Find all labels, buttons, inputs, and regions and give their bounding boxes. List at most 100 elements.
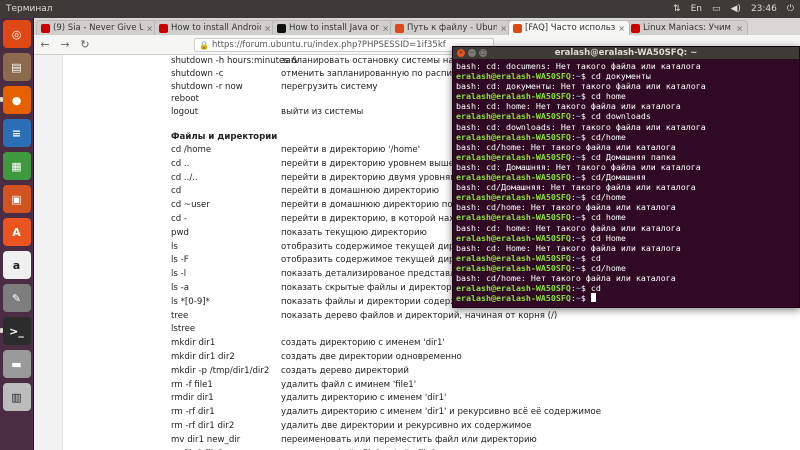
command-description: показать дерево файлов и директорий, нач…	[281, 310, 558, 321]
prompt-path: ~	[575, 283, 581, 294]
battery-icon[interactable]: ▭	[712, 4, 721, 14]
browser-tab[interactable]: How to install Java on ×	[272, 20, 394, 35]
tab-favicon-icon	[159, 23, 168, 33]
prompt-path: ~	[575, 91, 581, 102]
network-icon[interactable]: ⇅	[673, 4, 681, 14]
forward-icon[interactable]: →	[58, 38, 72, 51]
command-text: cd документы	[590, 71, 651, 82]
prompt-user: eralash@eralash-WA50SFQ	[456, 212, 571, 223]
tab-close-icon[interactable]: ×	[736, 24, 743, 33]
calc-icon[interactable]: ▦	[2, 152, 31, 180]
command-text: cd -	[171, 214, 188, 224]
terminal-window[interactable]: × – □ eralash@eralash-WA50SFQ: ~ bash: c…	[452, 46, 800, 308]
command-description: выйти из системы	[281, 107, 364, 118]
output-text: bash: cd: downloads: Нет такого файла ил…	[456, 121, 706, 132]
tab-favicon-icon	[631, 23, 640, 33]
amazon-icon[interactable]: a	[2, 251, 31, 279]
output-text: bash: cd: Домашняя: Нет такого файла или…	[456, 161, 701, 172]
terminal-output-line: bash: cd/Домашняя: Нет такого файла или …	[456, 182, 796, 192]
output-text: bash: cd: Home: Нет такого файла или кат…	[456, 242, 681, 253]
terminal-output-line: bash: cd/home: Нет такого файла или ката…	[456, 142, 796, 152]
address-bar[interactable]: 🔒 https://forum.ubuntu.ru/index.php?PHPS…	[194, 38, 494, 52]
top-panel: Терминал ⇅ En ▭ ◀) 23:46 ⏻	[0, 0, 800, 18]
output-text: bash: cd: documens: Нет такого файла или…	[456, 61, 701, 71]
running-indicator	[0, 97, 3, 102]
output-text: bash: cd: документы: Нет такого файла ил…	[456, 81, 706, 92]
terminal-output[interactable]: bash: cd: documens: Нет такого файла или…	[453, 59, 799, 305]
browser-tab[interactable]: (9) Sia - Never Give Up ×	[36, 20, 158, 35]
command-text: ls -F	[171, 255, 189, 266]
command-text: cd Home	[590, 232, 626, 243]
terminal-command-line: eralash@eralash-WA50SFQ:~$ cd downloads	[456, 111, 651, 122]
browser-tab[interactable]: Путь к файлу - Ubuntu ×	[390, 20, 512, 35]
command-text: cd ~user	[171, 200, 210, 211]
power-icon[interactable]: ⏻	[787, 4, 794, 14]
browser-tab[interactable]: How to install Android ×	[154, 20, 276, 35]
command-description: создать две директории одновременно	[281, 352, 462, 362]
terminal-cursor	[590, 293, 596, 303]
tab-close-icon[interactable]: ×	[146, 24, 153, 33]
command-description: перейти в директорию уровнем выше	[281, 158, 455, 169]
terminal-command-line: eralash@eralash-WA50SFQ:~$ cd/Домашняя	[456, 172, 646, 183]
terminal-command-line: eralash@eralash-WA50SFQ:~$ cd home	[456, 212, 626, 223]
command-text: mkdir -p /tmp/dir1/dir2	[171, 365, 270, 376]
tab-favicon-icon	[41, 23, 50, 33]
command-text: mkdir dir1 dir2	[171, 352, 235, 362]
output-text: bash: cd/home: Нет такого файла или ката…	[456, 141, 676, 152]
output-text: bash: cd/home: Нет такого файла или ката…	[456, 272, 676, 283]
tab-close-icon[interactable]: ×	[264, 24, 271, 33]
command-text: mkdir dir1	[171, 338, 216, 349]
prompt-user: eralash@eralash-WA50SFQ	[456, 232, 571, 243]
tab-close-icon[interactable]: ×	[618, 24, 625, 33]
command-description: показать текущюю директорию	[281, 227, 427, 238]
command-text: shutdown -c	[171, 68, 224, 79]
launcher: ◎ ▤ ● ≡ ▦ ▣ Aa ✎ >_ ▬ ▥	[0, 18, 34, 450]
terminal-command-line: eralash@eralash-WA50SFQ:~$ cd документы	[456, 71, 651, 82]
browser-tab[interactable]: [FAQ] Часто использу ×	[508, 20, 630, 35]
prompt-user: eralash@eralash-WA50SFQ	[456, 262, 571, 273]
terminal-output-line: bash: cd: Home: Нет такого файла или кат…	[456, 243, 796, 253]
impress-icon[interactable]: ▣	[2, 185, 31, 213]
software-center-icon[interactable]: A	[2, 218, 31, 246]
tab-favicon-icon	[395, 23, 404, 33]
prompt-user: eralash@eralash-WA50SFQ	[456, 111, 571, 122]
settings-icon[interactable]: ✎	[2, 284, 31, 312]
writer-icon[interactable]: ≡	[2, 119, 31, 147]
tab-favicon-icon	[513, 23, 522, 33]
trash-icon[interactable]: ▥	[2, 383, 31, 411]
tab-label: Путь к файлу - Ubuntu	[407, 23, 498, 33]
terminal-icon[interactable]: >_	[0, 317, 31, 345]
command-text: rm -f file1	[171, 379, 213, 390]
disk-icon[interactable]: ▬	[2, 350, 31, 378]
command-text: tree	[171, 310, 189, 321]
firefox-icon[interactable]: ●	[0, 86, 31, 114]
browser-tab[interactable]: Linux Maniacs: Учим ×	[626, 20, 748, 35]
command-text: cd Домашняя папка	[590, 151, 676, 162]
terminal-command-line: eralash@eralash-WA50SFQ:~$ cd/home	[456, 131, 626, 142]
back-icon[interactable]: ←	[38, 38, 52, 51]
command-description: удалить директорию с именем 'dir1' и рек…	[281, 407, 602, 418]
tab-label: (9) Sia - Never Give Up	[53, 23, 144, 33]
ubuntu-logo-icon[interactable]: ◎	[2, 20, 31, 48]
reload-icon[interactable]: ↻	[78, 38, 92, 51]
tab-close-icon[interactable]: ×	[382, 24, 389, 33]
command-text: cd /home	[171, 145, 212, 155]
tab-close-icon[interactable]: ×	[500, 24, 507, 33]
command-description: создать директорию с именем 'dir1'	[281, 338, 445, 349]
clock[interactable]: 23:46	[751, 4, 777, 14]
command-description: переименовать или переместить файл или д…	[281, 434, 537, 445]
terminal-command-line: eralash@eralash-WA50SFQ:~$ cd	[456, 252, 601, 263]
tab-label: Linux Maniacs: Учим	[643, 23, 731, 33]
prompt-user: eralash@eralash-WA50SFQ	[456, 151, 571, 162]
command-text: cd	[171, 186, 182, 197]
terminal-output-line: bash: cd/home: Нет такого файла или ката…	[456, 273, 796, 283]
volume-icon[interactable]: ◀)	[731, 4, 741, 14]
terminal-titlebar[interactable]: × – □ eralash@eralash-WA50SFQ: ~	[453, 47, 799, 59]
command-text: ls -a	[171, 283, 189, 293]
command-text: rmdir dir1	[171, 393, 214, 404]
terminal-output-line: bash: cd: home: Нет такого файла или кат…	[456, 223, 796, 233]
keyboard-layout[interactable]: En	[691, 4, 702, 14]
files-icon[interactable]: ▤	[2, 53, 31, 81]
terminal-output-line: bash: cd: Домашняя: Нет такого файла или…	[456, 162, 796, 172]
prompt-path: ~	[575, 131, 581, 142]
